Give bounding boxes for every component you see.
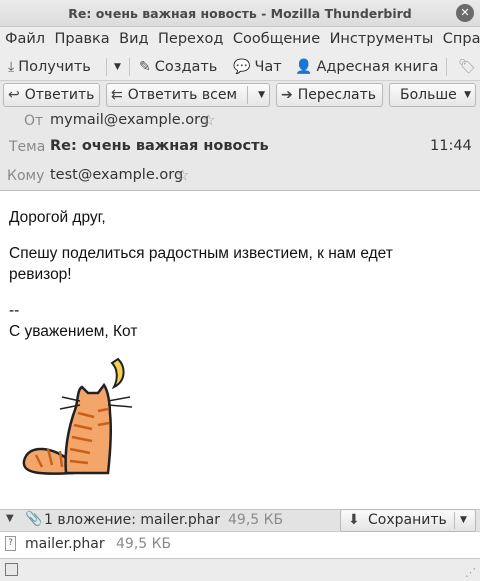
subject-label: Тема [9, 139, 46, 155]
reply-button[interactable]: ↩ Ответить [3, 83, 100, 107]
pencil-icon: ✎ [139, 59, 151, 75]
message-line: Спешу поделиться радостным известием, к … [9, 245, 393, 262]
star-icon[interactable]: ☆ [176, 166, 189, 184]
signature-text: С уважением, Кот [9, 323, 138, 340]
person-icon: 👤 [295, 59, 313, 75]
message-time: 11:44 [430, 138, 472, 154]
banana-shape [110, 357, 125, 390]
chevron-down-icon[interactable]: ▼ [460, 515, 467, 525]
get-messages-dropdown[interactable]: ▼ [114, 56, 121, 78]
chevron-down-icon: ▼ [114, 62, 121, 72]
menu-go[interactable]: Переход [153, 27, 223, 47]
main-toolbar: ⤓ Получить ▼ ✎ Создать 💬 Чат 👤 Адресная … [0, 52, 480, 81]
menubar: Файл Правка Вид Переход Сообщение Инстру… [0, 27, 480, 52]
split-divider [454, 512, 455, 529]
reply-all-icon: ⇇ [111, 87, 123, 103]
window-titlebar: Re: очень важная новость - Mozilla Thund… [0, 0, 480, 27]
save-label: Сохранить [368, 512, 447, 528]
get-messages-label: Получить [18, 59, 91, 75]
compose-label: Создать [154, 59, 218, 75]
tag-button[interactable]: 🏷 [458, 56, 480, 78]
address-book-label: Адресная книга [316, 59, 439, 75]
split-divider [247, 86, 248, 104]
attachment-name: mailer.phar [25, 536, 105, 552]
attachment-size: 49,5 КБ [116, 536, 172, 552]
subject-value: Re: очень важная новость [50, 138, 269, 154]
forward-button[interactable]: ➔ Переслать [276, 83, 383, 107]
to-address[interactable]: test@example.org [50, 167, 183, 183]
get-messages-button[interactable]: ⤓ Получить [8, 56, 91, 78]
attachment-list: ? mailer.phar 49,5 КБ [0, 532, 480, 558]
save-button[interactable]: ⬇ Сохранить ▼ [340, 509, 476, 532]
forward-label: Переслать [297, 87, 377, 103]
cat-picture [22, 357, 133, 475]
paperclip-icon: 📎 [25, 511, 43, 527]
toolbar-divider [129, 58, 130, 76]
menu-help[interactable]: Справ [438, 27, 480, 47]
download-icon: ⤓ [8, 59, 15, 75]
from-label: От [24, 113, 44, 129]
chat-button[interactable]: 💬 Чат [233, 56, 282, 78]
attachment-summary-size: 49,5 КБ [228, 512, 284, 528]
window-close-button[interactable]: ✕ [456, 4, 474, 22]
status-bar: ⋰ [0, 558, 480, 581]
resize-grip-icon[interactable]: ⋰ [465, 566, 476, 579]
reply-label: Ответить [24, 87, 95, 103]
menu-tools[interactable]: Инструменты [325, 27, 434, 47]
chevron-down-icon[interactable]: ▼ [258, 90, 265, 100]
address-book-button[interactable]: 👤 Адресная книга [295, 56, 438, 78]
chevron-down-icon: ▼ [464, 90, 471, 100]
message-header-pane: ↩ Ответить ⇇ Ответить всем ▼ ➔ Переслать… [0, 81, 480, 191]
tag-icon: 🏷 [458, 59, 476, 75]
menu-view[interactable]: Вид [114, 27, 148, 47]
reply-all-label: Ответить всем [127, 87, 238, 103]
attachment-summary[interactable]: 1 вложение: mailer.phar [44, 512, 220, 528]
reply-icon: ↩ [8, 87, 20, 103]
toolbar-divider [446, 58, 447, 76]
greeting-text: Дорогой друг, [9, 209, 106, 226]
menu-file[interactable]: Файл [0, 27, 45, 47]
signature-separator: -- [9, 302, 20, 319]
collapse-toggle-icon[interactable]: ▼ [6, 513, 14, 524]
download-icon: ⬇ [348, 512, 360, 528]
toolbar-divider [106, 58, 107, 76]
activity-icon[interactable] [5, 563, 18, 576]
chat-label: Чат [254, 59, 282, 75]
forward-arrow-icon: ➔ [281, 87, 293, 103]
more-button[interactable]: Больше ▼ [389, 83, 476, 107]
file-icon: ? [5, 536, 16, 551]
menu-edit[interactable]: Правка [50, 27, 110, 47]
menu-message[interactable]: Сообщение [228, 27, 320, 47]
message-body: Дорогой друг, Спешу поделиться радостным… [0, 191, 480, 509]
chat-bubble-icon: 💬 [233, 59, 251, 75]
compose-button[interactable]: ✎ Создать [139, 56, 217, 78]
message-line: ревизор! [9, 266, 72, 283]
from-address[interactable]: mymail@example.org [50, 112, 209, 128]
star-icon[interactable]: ☆ [202, 111, 215, 129]
window-title: Re: очень важная новость - Mozilla Thund… [68, 6, 412, 21]
to-label: Кому [7, 168, 45, 184]
attachment-bar: ▼ 📎 1 вложение: mailer.phar 49,5 КБ ⬇ Со… [0, 509, 480, 532]
reply-all-button[interactable]: ⇇ Ответить всем ▼ [106, 83, 270, 107]
more-label: Больше [400, 87, 457, 103]
